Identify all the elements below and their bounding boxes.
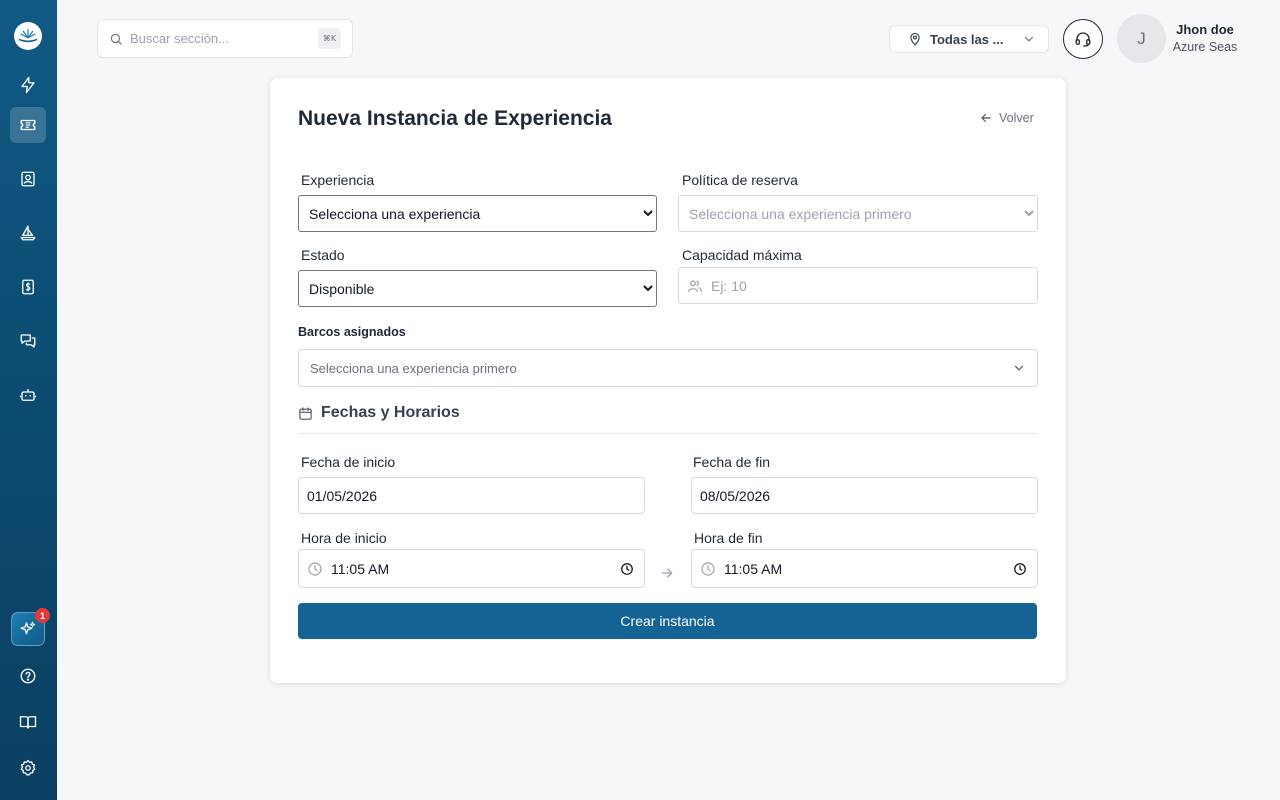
sparkles-icon — [20, 621, 36, 635]
users-icon — [688, 279, 702, 292]
arrow-left-icon — [981, 113, 991, 123]
ticket-icon — [20, 119, 36, 131]
sidebar-item-tickets[interactable] — [10, 107, 46, 143]
fecha-inicio-field[interactable] — [298, 477, 645, 514]
headset-icon — [1075, 32, 1091, 47]
experiencia-select[interactable]: Selecciona una experiencia — [298, 195, 657, 232]
user-organization: Azure Seas — [1172, 40, 1238, 54]
sailboat-icon — [20, 225, 36, 241]
politica-label: Política de reserva — [682, 172, 798, 188]
hora-fin-input[interactable] — [724, 560, 1013, 577]
barcos-multiselect[interactable]: Selecciona una experiencia primero — [298, 349, 1038, 387]
fecha-fin-field[interactable] — [691, 477, 1038, 514]
capacidad-label: Capacidad máxima — [682, 247, 802, 263]
page-title: Nueva Instancia de Experiencia — [298, 107, 612, 130]
politica-select[interactable]: Selecciona una experiencia primero — [678, 195, 1038, 232]
gear-icon — [20, 759, 36, 776]
chevron-down-icon — [1014, 365, 1024, 371]
app-logo[interactable] — [14, 22, 42, 50]
experiencia-label: Experiencia — [301, 172, 375, 188]
sidebar-item-finance[interactable] — [10, 269, 46, 305]
time-picker-icon[interactable] — [620, 562, 634, 576]
shortcut-hint: ⌘K — [318, 28, 341, 49]
hora-fin-field[interactable] — [691, 549, 1038, 588]
location-selector[interactable]: Todas las ... — [889, 25, 1049, 53]
form-card: Nueva Instancia de Experiencia Volver Ex… — [270, 78, 1066, 683]
sidebar-item-contacts[interactable] — [10, 161, 46, 197]
sidebar-item-help[interactable] — [10, 658, 46, 694]
section-header-fechas: Fechas y Horarios — [298, 404, 460, 422]
hora-inicio-field[interactable] — [298, 549, 645, 588]
barcos-label: Barcos asignados — [298, 325, 406, 339]
calendar-icon — [299, 406, 312, 420]
capacidad-field[interactable] — [678, 267, 1038, 304]
section-divider — [298, 433, 1038, 434]
fecha-inicio-label: Fecha de inicio — [301, 454, 396, 470]
map-pin-icon — [910, 32, 920, 46]
clock-icon — [701, 561, 715, 576]
avatar[interactable]: J — [1117, 14, 1166, 63]
sidebar-item-messages[interactable] — [10, 323, 46, 359]
back-label: Volver — [999, 111, 1034, 125]
chat-icon — [20, 334, 36, 348]
book-icon — [19, 716, 37, 729]
chevron-down-icon — [1024, 36, 1034, 42]
fecha-fin-label: Fecha de fin — [693, 454, 771, 470]
hora-inicio-label: Hora de inicio — [301, 530, 387, 546]
sidebar: 1 — [0, 0, 57, 800]
logo-icon — [18, 28, 38, 43]
back-link[interactable]: Volver — [979, 111, 1034, 125]
barcos-placeholder: Selecciona una experiencia primero — [310, 360, 517, 376]
sidebar-item-boats[interactable] — [10, 215, 46, 251]
fecha-fin-input[interactable] — [700, 487, 900, 504]
create-instance-button[interactable]: Crear instancia — [298, 603, 1037, 639]
estado-label: Estado — [301, 247, 345, 263]
user-name: Jhon doe — [1176, 22, 1234, 37]
hora-fin-label: Hora de fin — [694, 530, 763, 546]
sidebar-item-bot[interactable] — [10, 377, 46, 413]
capacidad-input[interactable] — [711, 277, 1029, 294]
contact-card-icon — [21, 171, 35, 187]
sidebar-item-docs[interactable] — [10, 704, 46, 740]
location-label: Todas las ... — [930, 31, 1004, 47]
sidebar-item-dashboard[interactable] — [10, 67, 46, 103]
search-bar[interactable]: ⌘K — [97, 19, 353, 58]
search-icon — [110, 33, 122, 45]
arrow-right-icon — [661, 568, 673, 578]
support-button[interactable] — [1063, 19, 1103, 59]
fecha-inicio-input[interactable] — [307, 487, 507, 504]
time-picker-icon[interactable] — [1013, 562, 1027, 576]
clock-icon — [308, 561, 322, 576]
section-title: Fechas y Horarios — [321, 404, 460, 421]
dollar-receipt-icon — [22, 279, 34, 295]
robot-icon — [19, 389, 37, 401]
sidebar-item-settings[interactable] — [10, 750, 46, 786]
hora-inicio-input[interactable] — [331, 560, 620, 577]
lightning-icon — [21, 76, 35, 94]
search-input[interactable] — [130, 31, 318, 46]
estado-select[interactable]: Disponible — [298, 270, 657, 307]
help-icon — [20, 668, 36, 684]
notification-badge: 1 — [35, 608, 50, 623]
